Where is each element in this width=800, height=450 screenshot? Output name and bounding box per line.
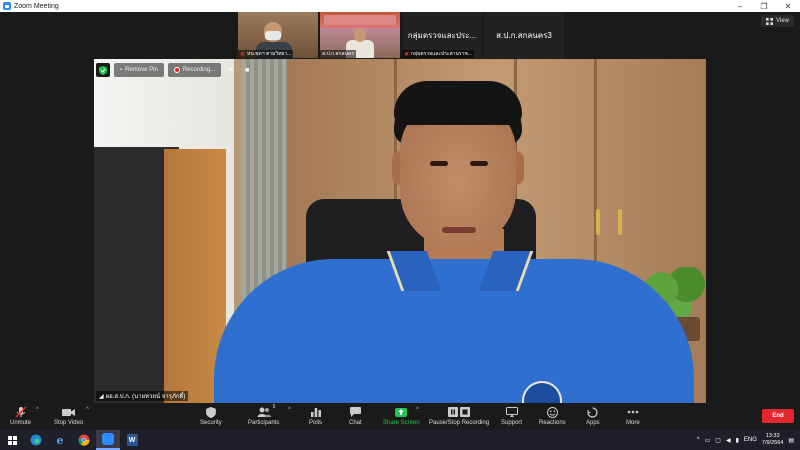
- word-icon: W: [126, 434, 138, 446]
- video-name-label: ◢ ผอ.ส.ป.ก. (นายทวยน์ จารุภักดิ์): [96, 391, 189, 401]
- system-tray: ^ ▭ ▢ ◀ ▮ ENG 13:33 7/9/2564 ▤: [697, 430, 800, 450]
- participants-button[interactable]: 5 Participants: [248, 404, 279, 429]
- more-button[interactable]: More: [626, 405, 640, 429]
- minimize-button[interactable]: –: [728, 0, 752, 12]
- support-button[interactable]: Support: [501, 405, 522, 429]
- taskbar-clock[interactable]: 13:33 7/9/2564: [762, 433, 783, 447]
- thumbnail-strip: ✖ หน.ชุดฯ ตามวิทยา... ส.ป.ก.สกลนคร กลุ่ม…: [238, 12, 564, 58]
- remove-pin-button[interactable]: ▪ Remove Pin: [114, 63, 164, 77]
- thumbnail-label: ส.ป.ก.สกลนคร: [320, 50, 357, 58]
- share-screen-button[interactable]: Share Screen: [383, 405, 420, 429]
- language-indicator[interactable]: ENG: [744, 437, 757, 443]
- share-screen-icon: [395, 405, 408, 419]
- apps-icon: [587, 405, 598, 419]
- unmute-button[interactable]: Unmute: [10, 405, 31, 429]
- chat-button[interactable]: Chat: [349, 405, 362, 429]
- title-bar: Zoom Meeting – ❐ ✕: [0, 0, 800, 12]
- participants-icon: 5: [257, 404, 275, 419]
- taskbar-word[interactable]: W: [120, 430, 144, 450]
- encryption-shield-icon[interactable]: [96, 63, 110, 77]
- apps-button[interactable]: Apps: [586, 405, 600, 429]
- recording-indicator: Recording...: [167, 63, 222, 77]
- maximize-button[interactable]: ❐: [752, 0, 776, 12]
- volume-icon[interactable]: ◀: [726, 437, 731, 444]
- tray-chevron-icon[interactable]: ^: [697, 437, 700, 443]
- support-icon: [505, 405, 518, 419]
- meeting-area: View ✖ หน.ชุดฯ ตามวิทยา... ส.ป.ก.สกลนคร: [0, 12, 800, 403]
- internet-explorer-icon: e: [56, 433, 64, 447]
- thumbnail-label: ✖ กลุ่มตรวจและประสานราช...: [402, 50, 474, 58]
- clock-date: 7/9/2564: [761, 440, 784, 446]
- taskbar-zoom[interactable]: [96, 430, 120, 450]
- pause-recording-icon[interactable]: ⏸: [225, 64, 237, 76]
- pause-stop-recording-icon: [448, 405, 471, 419]
- end-meeting-button[interactable]: End: [762, 409, 794, 423]
- battery-icon[interactable]: ▮: [736, 437, 739, 444]
- participants-chevron-icon[interactable]: ^: [288, 407, 291, 413]
- zoom-logo-icon: [3, 2, 11, 10]
- polls-chart-icon: [310, 405, 321, 419]
- video-camera-icon: [62, 405, 76, 419]
- thumbnail-participant-3[interactable]: กลุ่มตรวจและประ... ✖ กลุ่มตรวจและประสานร…: [402, 12, 482, 58]
- participants-count: 5: [272, 404, 276, 410]
- mic-muted-icon: [14, 405, 27, 419]
- zoom-app: Zoom Meeting – ❐ ✕ View ✖ หน.ชุดฯ ตามวิท…: [0, 0, 800, 450]
- grid-icon: [766, 17, 774, 25]
- taskbar-ie[interactable]: e: [48, 430, 72, 450]
- window-controls: – ❐ ✕: [728, 0, 800, 12]
- chrome-icon: [78, 434, 90, 446]
- reactions-smiley-icon: [546, 405, 558, 419]
- recording-dot-icon: [173, 67, 180, 73]
- display-icon[interactable]: ▢: [715, 437, 721, 444]
- start-button[interactable]: [0, 430, 24, 450]
- view-button-label: View: [776, 18, 789, 24]
- network-icon[interactable]: ▭: [705, 437, 711, 444]
- audio-options-chevron-icon[interactable]: ^: [36, 407, 39, 413]
- edge-browser-icon: [30, 434, 42, 446]
- view-button[interactable]: View: [761, 15, 794, 27]
- pin-icon: ▪: [120, 67, 123, 73]
- more-dots-icon: [627, 405, 639, 419]
- polls-button[interactable]: Polls: [309, 405, 322, 429]
- thumbnail-participant-4[interactable]: ส.ป.ก.สกลนคร3: [484, 12, 564, 58]
- windows-logo-icon: [7, 435, 17, 445]
- reactions-button[interactable]: Reactions: [539, 405, 566, 429]
- mic-off-icon: ✖: [404, 51, 410, 58]
- meeting-toolbar: Unmute ^ Stop Video ^ Security 5 Partici…: [0, 403, 800, 430]
- security-button[interactable]: Security: [200, 405, 222, 429]
- participant-name: ส.ป.ก.สกลนคร3: [496, 30, 552, 40]
- video-overlay-controls: ▪ Remove Pin Recording... ⏸ ■: [96, 63, 253, 77]
- taskbar-edge[interactable]: [24, 430, 48, 450]
- security-shield-icon: [205, 405, 216, 419]
- taskbar-chrome[interactable]: [72, 430, 96, 450]
- pause-stop-recording-button[interactable]: Pause/Stop Recording: [429, 405, 489, 429]
- windows-taskbar: e W ^ ▭ ▢ ◀ ▮ ENG 13:33 7/9/2564 ▤: [0, 430, 800, 450]
- close-button[interactable]: ✕: [776, 0, 800, 12]
- mic-off-icon: ✖: [240, 51, 246, 58]
- share-options-chevron-icon[interactable]: ^: [416, 407, 419, 413]
- stop-video-button[interactable]: Stop Video: [54, 405, 83, 429]
- zoom-app-icon: [102, 433, 114, 445]
- clock-time: 13:33: [765, 433, 780, 439]
- notifications-icon[interactable]: ▤: [788, 437, 794, 444]
- main-video[interactable]: ◢ ผอ.ส.ป.ก. (นายทวยน์ จารุภักดิ์): [94, 59, 706, 403]
- thumbnail-participant-2[interactable]: ส.ป.ก.สกลนคร: [320, 12, 400, 58]
- thumbnail-label: ✖ หน.ชุดฯ ตามวิทยา...: [238, 50, 294, 58]
- mic-icon: ◢: [99, 393, 104, 400]
- video-options-chevron-icon[interactable]: ^: [86, 407, 89, 413]
- chat-bubble-icon: [349, 405, 361, 419]
- window-title: Zoom Meeting: [14, 2, 59, 10]
- stop-recording-icon[interactable]: ■: [241, 64, 253, 76]
- thumbnail-participant-1[interactable]: ✖ หน.ชุดฯ ตามวิทยา...: [238, 12, 318, 58]
